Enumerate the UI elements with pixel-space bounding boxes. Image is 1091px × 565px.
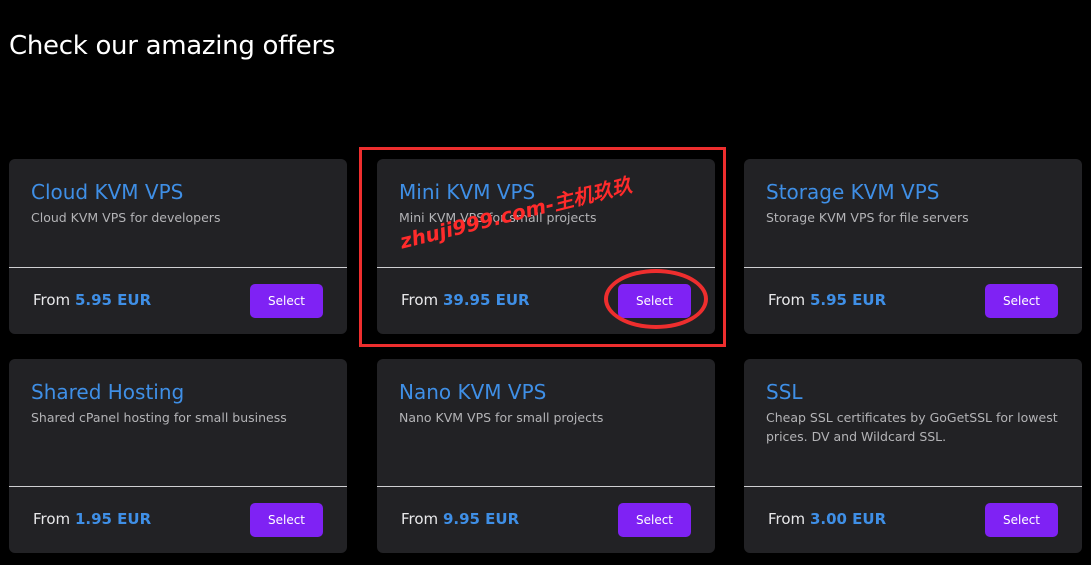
offer-title[interactable]: Storage KVM VPS (766, 180, 939, 204)
select-button[interactable]: Select (250, 284, 323, 318)
price-amount: 9.95 EUR (442, 510, 520, 528)
offer-card-storage-kvm-vps: Storage KVM VPS Storage KVM VPS for file… (744, 159, 1082, 334)
offer-title[interactable]: Nano KVM VPS (399, 380, 546, 404)
select-button[interactable]: Select (618, 503, 691, 537)
price-amount: 3.00 EUR (809, 510, 887, 528)
offer-description: Mini KVM VPS for small projects (399, 210, 597, 225)
select-button[interactable]: Select (985, 503, 1058, 537)
offer-card-ssl: SSL Cheap SSL certificates by GoGetSSL f… (744, 359, 1082, 553)
offer-card-shared-hosting: Shared Hosting Shared cPanel hosting for… (9, 359, 347, 553)
offer-price: From 9.95 EUR (401, 510, 519, 528)
offer-description: Cheap SSL certificates by GoGetSSL for l… (766, 410, 1058, 444)
price-prefix: From (768, 510, 806, 528)
offer-price: From 5.95 EUR (768, 291, 886, 309)
price-prefix: From (401, 510, 439, 528)
price-amount: 5.95 EUR (74, 291, 152, 309)
offer-title[interactable]: SSL (766, 380, 803, 404)
card-divider (9, 486, 347, 487)
price-prefix: From (33, 510, 71, 528)
card-divider (377, 486, 715, 487)
offer-card-cloud-kvm-vps: Cloud KVM VPS Cloud KVM VPS for develope… (9, 159, 347, 334)
card-divider (744, 486, 1082, 487)
offer-description: Nano KVM VPS for small projects (399, 410, 604, 425)
offer-price: From 1.95 EUR (33, 510, 151, 528)
select-button[interactable]: Select (985, 284, 1058, 318)
offer-title[interactable]: Shared Hosting (31, 380, 184, 404)
card-divider (377, 267, 715, 268)
offer-price: From 5.95 EUR (33, 291, 151, 309)
offer-description: Storage KVM VPS for file servers (766, 210, 969, 225)
card-divider (9, 267, 347, 268)
price-prefix: From (33, 291, 71, 309)
offer-card-nano-kvm-vps: Nano KVM VPS Nano KVM VPS for small proj… (377, 359, 715, 553)
offers-page: Check our amazing offers Cloud KVM VPS C… (0, 0, 1091, 565)
page-title: Check our amazing offers (9, 31, 336, 61)
offer-card-mini-kvm-vps: Mini KVM VPS Mini KVM VPS for small proj… (377, 159, 715, 334)
price-amount: 5.95 EUR (809, 291, 887, 309)
price-prefix: From (768, 291, 806, 309)
price-amount: 39.95 EUR (442, 291, 530, 309)
offer-description: Cloud KVM VPS for developers (31, 210, 221, 225)
card-divider (744, 267, 1082, 268)
offer-price: From 39.95 EUR (401, 291, 530, 309)
offer-title[interactable]: Cloud KVM VPS (31, 180, 183, 204)
offer-title[interactable]: Mini KVM VPS (399, 180, 535, 204)
price-amount: 1.95 EUR (74, 510, 152, 528)
select-button[interactable]: Select (250, 503, 323, 537)
price-prefix: From (401, 291, 439, 309)
offer-description: Shared cPanel hosting for small business (31, 410, 287, 425)
offer-price: From 3.00 EUR (768, 510, 886, 528)
select-button[interactable]: Select (618, 284, 691, 318)
